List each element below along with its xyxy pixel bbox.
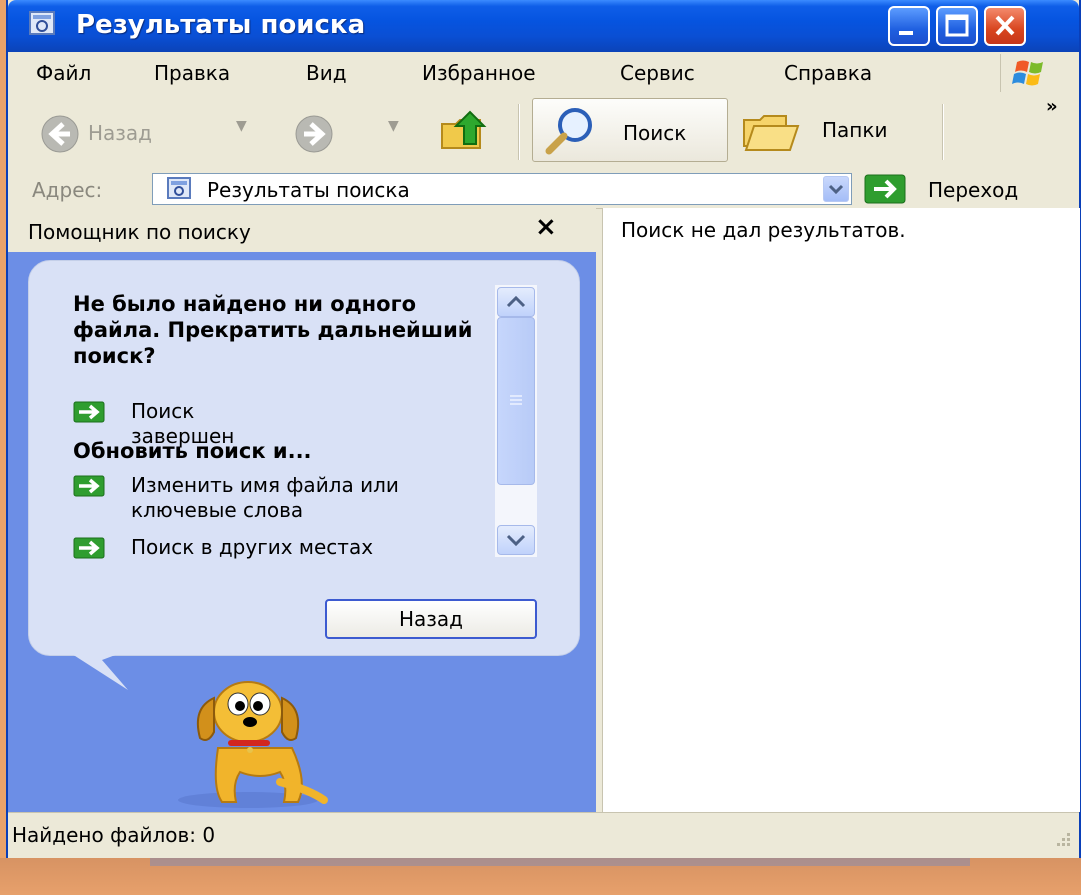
menu-view[interactable]: Вид: [306, 61, 347, 85]
search-label: Поиск: [623, 121, 687, 145]
search-results-icon: [28, 10, 58, 38]
toolbar-separator: [518, 104, 520, 160]
green-arrow-icon: [73, 401, 105, 423]
results-pane[interactable]: Поиск не дал результатов.: [602, 208, 1080, 812]
no-files-message: Не было найдено ни одного файла. Прекрат…: [73, 292, 473, 368]
close-button[interactable]: [984, 6, 1026, 46]
back-button[interactable]: Назад: [325, 599, 537, 639]
go-arrow-icon[interactable]: [864, 174, 906, 208]
search-pane-title: Помощник по поиску: [28, 220, 251, 244]
address-bar: Адрес: Результаты поиска Переход: [8, 170, 1079, 209]
green-arrow-icon: [73, 537, 105, 559]
no-results-message: Поиск не дал результатов.: [621, 218, 906, 242]
scroll-up-icon[interactable]: [497, 287, 535, 317]
green-arrow-icon: [73, 475, 105, 497]
explorer-window: Результаты поиска Файл Правка Вид Избран…: [6, 0, 1081, 858]
address-value: Результаты поиска: [207, 178, 410, 202]
balloon-scrollbar[interactable]: [495, 285, 537, 557]
resize-grip-icon[interactable]: [1053, 831, 1073, 851]
menu-help[interactable]: Справка: [784, 61, 872, 85]
menu-file[interactable]: Файл: [36, 61, 91, 85]
address-field[interactable]: Результаты поиска: [152, 173, 852, 205]
reflection-band: [150, 858, 970, 866]
maximize-button[interactable]: [936, 6, 978, 46]
forward-history-dropdown-icon[interactable]: ▼: [388, 118, 399, 134]
standard-toolbar: Назад ▼ ▼ Поиск Папки »: [8, 94, 1079, 171]
files-found-count: Найдено файлов: 0: [12, 823, 216, 847]
toolbar-separator: [942, 104, 944, 160]
search-companion-pane: Помощник по поиску × Не было найдено ни …: [8, 208, 596, 812]
folders-icon[interactable]: [740, 108, 802, 158]
address-label: Адрес:: [32, 178, 103, 202]
search-elsewhere-label: Поиск в других местах: [131, 535, 374, 559]
close-pane-icon[interactable]: ×: [535, 212, 557, 242]
folders-label[interactable]: Папки: [822, 118, 887, 142]
balloon-tail: [72, 654, 132, 698]
search-dog-rover-icon[interactable]: [158, 672, 338, 816]
minimize-button[interactable]: [888, 6, 930, 46]
title-bar[interactable]: Результаты поиска: [8, 0, 1079, 52]
magnifier-icon: [543, 105, 599, 161]
search-button[interactable]: Поиск: [532, 98, 728, 162]
menu-edit[interactable]: Правка: [154, 61, 230, 85]
scroll-down-icon[interactable]: [497, 525, 535, 555]
back-label[interactable]: Назад: [88, 121, 152, 145]
window-title: Результаты поиска: [76, 10, 366, 40]
scroll-thumb[interactable]: [497, 317, 535, 485]
toolbar-overflow-chevron-icon[interactable]: »: [1046, 96, 1058, 117]
address-dropdown-chevron-icon[interactable]: [823, 176, 849, 202]
status-bar: Найдено файлов: 0: [8, 812, 1079, 857]
back-arrow-icon[interactable]: [40, 114, 80, 158]
menu-tools[interactable]: Сервис: [620, 61, 695, 85]
go-button-label[interactable]: Переход: [928, 178, 1018, 202]
search-pane-header: Помощник по поиску ×: [8, 208, 596, 252]
change-filename-label: Изменить имя файла или ключевые слова: [131, 473, 399, 522]
menu-favorites[interactable]: Избранное: [422, 61, 536, 85]
refine-heading: Обновить поиск и...: [73, 439, 312, 463]
forward-arrow-icon[interactable]: [294, 114, 334, 158]
search-results-icon: [167, 177, 193, 205]
window-reflection: [0, 858, 1081, 895]
up-folder-icon[interactable]: [438, 108, 490, 158]
menu-bar: Файл Правка Вид Избранное Сервис Справка: [8, 52, 1079, 95]
windows-logo-icon: [1000, 54, 1057, 92]
search-balloon: Не было найдено ни одного файла. Прекрат…: [28, 260, 580, 656]
back-history-dropdown-icon[interactable]: ▼: [236, 118, 247, 134]
